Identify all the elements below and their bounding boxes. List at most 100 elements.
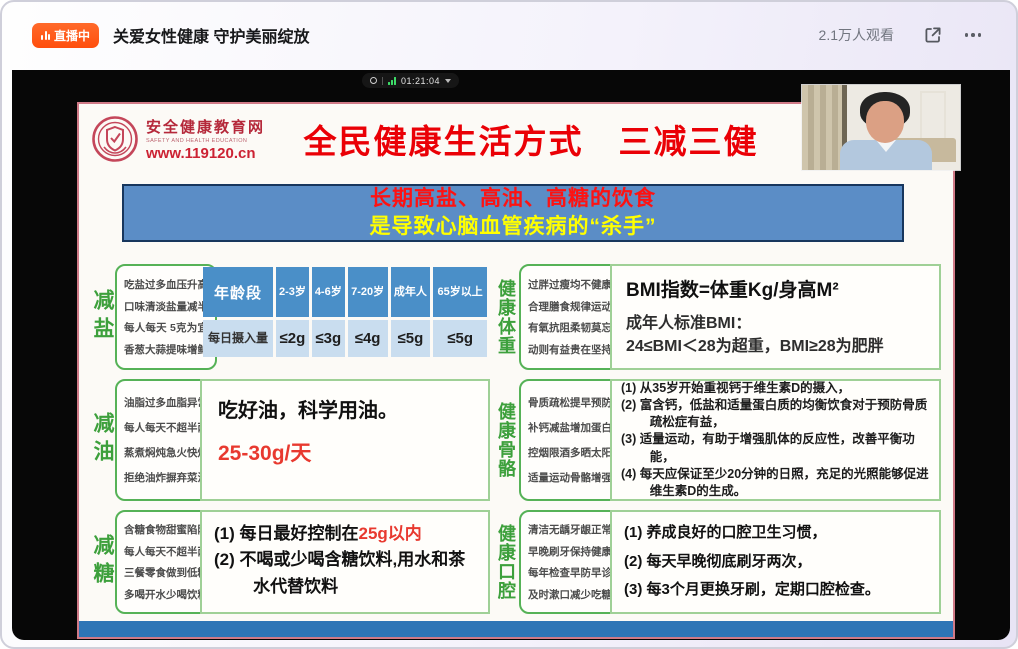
table-row-label: 每日摄入量 bbox=[203, 320, 273, 357]
bone-tip: (1) 从35岁开始重视钙于维生素D的摄入， bbox=[621, 380, 930, 397]
section-reduce-oil: 减油 油脂过多血脂异常 每人每天不超半两 蒸煮焖炖急火快炒 拒绝油炸摒弃菜汤 bbox=[91, 379, 195, 501]
healthy-weight-label: 健康体重 bbox=[495, 264, 517, 370]
org-logo-icon bbox=[91, 115, 139, 163]
oral-tips-panel: (1) 养成良好的口腔卫生习惯， (2) 每天早晚彻底刷牙两次， (3) 每3个… bbox=[610, 510, 941, 614]
sugar-tip-panel: (1) 每日最好控制在25g以内 (2) 不喝或少喝含糖饮料,用水和茶水代替饮料 bbox=[200, 510, 490, 614]
oral-tip: (3) 每3个月更换牙刷，定期口腔检查。 bbox=[624, 576, 927, 605]
section-healthy-weight: 健康体重 过胖过瘦均不健康 合理膳食规律运动 有氧抗阻柔韧莫忘 动则有益贵在坚持 bbox=[495, 264, 605, 370]
bmi-formula: BMI指数=体重Kg/身高M² bbox=[626, 275, 925, 302]
table-header-cell: 成年人 bbox=[391, 267, 431, 317]
live-status-label: 直播中 bbox=[54, 27, 90, 44]
table-header-cell: 年龄段 bbox=[203, 267, 273, 317]
salt-intake-table-wrap: 年龄段 2-3岁 4-6岁 7-20岁 成年人 65岁以上 每日摄入量 ≤2g … bbox=[200, 264, 490, 370]
section-reduce-salt: 减盐 吃盐过多血压升高 口味清淡盐量减半 每人每天 5克为宜 香葱大蒜提味增鲜 bbox=[91, 264, 195, 370]
weight-line: 动则有益贵在坚持 bbox=[528, 342, 612, 357]
stream-duration: 01:21:04 bbox=[401, 76, 440, 86]
salt-line: 香葱大蒜提味增鲜 bbox=[124, 342, 208, 357]
video-player[interactable]: 01:21:04 安全健康教育网 SAFETY AND HEALTH EDU bbox=[12, 70, 1010, 640]
oil-line: 蒸煮焖炖急火快炒 bbox=[124, 445, 208, 460]
bone-line: 适量运动骨骼增强 bbox=[528, 470, 612, 485]
oil-line: 每人每天不超半两 bbox=[124, 420, 208, 435]
table-header-cell: 7-20岁 bbox=[348, 267, 388, 317]
sugar-line: 含糖食物甜蜜陷阱 bbox=[124, 522, 208, 537]
table-cell: ≤3g bbox=[312, 320, 345, 357]
bmi-standard: 成年人标准BMI： bbox=[626, 312, 925, 335]
bone-line: 控烟限酒多晒太阳 bbox=[528, 445, 612, 460]
presenter-face bbox=[866, 101, 904, 143]
healthy-mouth-box: 清洁无龋牙龈正常 早晚刷牙保持健康 每年检查早防早诊 及时漱口减少吃糖 bbox=[519, 510, 621, 614]
oil-tip-panel: 吃好油，科学用油。 25-30g/天 bbox=[200, 379, 490, 501]
oil-line: 油脂过多血脂异常 bbox=[124, 395, 208, 410]
network-signal-icon bbox=[388, 77, 396, 85]
presentation-slide: 安全健康教育网 SAFETY AND HEALTH EDUCATION www.… bbox=[77, 102, 955, 639]
oil-tip-text: 吃好油，科学用油。 bbox=[218, 394, 472, 423]
oral-tip: (1) 养成良好的口腔卫生习惯， bbox=[624, 519, 927, 548]
reduce-salt-label: 减盐 bbox=[91, 264, 113, 370]
mouth-line: 清洁无龋牙龈正常 bbox=[528, 522, 612, 537]
org-logo-block: 安全健康教育网 SAFETY AND HEALTH EDUCATION www.… bbox=[91, 115, 281, 163]
weight-line: 过胖过瘦均不健康 bbox=[528, 277, 612, 292]
table-header-cell: 4-6岁 bbox=[312, 267, 345, 317]
org-tagline: SAFETY AND HEALTH EDUCATION bbox=[146, 138, 265, 144]
warning-banner: 长期高盐、高油、高糖的饮食 是导致心脑血管疾病的“杀手” bbox=[122, 184, 904, 242]
table-cell: ≤2g bbox=[276, 320, 309, 357]
sugar-tip-1-text: (1) 每日最好控制在 bbox=[214, 524, 359, 543]
table-header-cell: 65岁以上 bbox=[433, 267, 487, 317]
salt-line: 口味清淡盐量减半 bbox=[124, 299, 208, 314]
quality-icon bbox=[370, 77, 377, 84]
org-url: www.119120.cn bbox=[146, 145, 265, 162]
sugar-line: 三餐零食做到低糖 bbox=[124, 565, 208, 580]
weight-line: 合理膳食规律运动 bbox=[528, 299, 612, 314]
section-healthy-bone: 健康骨骼 骨质疏松提早预防 补钙减盐增加蛋白 控烟限酒多晒太阳 适量运动骨骼增强 bbox=[495, 379, 605, 501]
healthy-mouth-label: 健康口腔 bbox=[495, 510, 517, 614]
live-equalizer-icon bbox=[41, 30, 50, 40]
slide-footer-bar bbox=[79, 621, 953, 637]
sugar-tip-2: (2) 不喝或少喝含糖饮料,用水和茶水代替饮料 bbox=[214, 547, 476, 600]
webcam-curtain bbox=[802, 85, 842, 170]
table-cell: ≤5g bbox=[433, 320, 487, 357]
salt-line: 每人每天 5克为宜 bbox=[124, 320, 208, 335]
mouth-line: 早晚刷牙保持健康 bbox=[528, 544, 612, 559]
healthy-bone-box: 骨质疏松提早预防 补钙减盐增加蛋白 控烟限酒多晒太阳 适量运动骨骼增强 bbox=[519, 379, 621, 501]
sugar-tip-1-highlight: 25g以内 bbox=[359, 524, 422, 543]
caret-down-icon bbox=[445, 79, 451, 83]
slide-content-grid: 减盐 吃盐过多血压升高 口味清淡盐量减半 每人每天 5克为宜 香葱大蒜提味增鲜 … bbox=[91, 264, 941, 614]
bmi-range: 24≤BMI＜28为超重，BMI≥28为肥胖 bbox=[626, 335, 925, 358]
oral-tip: (2) 每天早晚彻底刷牙两次， bbox=[624, 548, 927, 577]
stream-title: 关爱女性健康 守护美丽绽放 bbox=[113, 23, 309, 47]
share-icon bbox=[923, 25, 943, 45]
banner-line1: 长期高盐、高油、高糖的饮食 bbox=[370, 185, 656, 213]
salt-line: 吃盐过多血压升高 bbox=[124, 277, 208, 292]
share-button[interactable] bbox=[920, 22, 946, 48]
healthy-weight-box: 过胖过瘦均不健康 合理膳食规律运动 有氧抗阻柔韧莫忘 动则有益贵在坚持 bbox=[519, 264, 621, 370]
sugar-tip-1: (1) 每日最好控制在25g以内 bbox=[214, 521, 476, 547]
live-stream-window: 直播中 关爱女性健康 守护美丽绽放 2.1万人观看 01:21:04 bbox=[0, 0, 1018, 649]
section-reduce-sugar: 减糖 含糖食物甜蜜陷阱 每人每天不超半两 三餐零食做到低糖 多喝开水少喝饮料 bbox=[91, 510, 195, 614]
oil-tip-amount: 25-30g/天 bbox=[218, 437, 472, 467]
banner-line2: 是导致心脑血管疾病的“杀手” bbox=[370, 213, 657, 241]
bone-tip: (3) 适量运动，有助于增强肌体的反应性，改善平衡功能， bbox=[621, 431, 930, 466]
mouth-line: 每年检查早防早诊 bbox=[528, 565, 612, 580]
viewer-count: 2.1万人观看 bbox=[819, 25, 894, 45]
presenter-webcam bbox=[802, 85, 960, 170]
section-healthy-mouth: 健康口腔 清洁无龋牙龈正常 早晚刷牙保持健康 每年检查早防早诊 及时漱口减少吃糖 bbox=[495, 510, 605, 614]
weight-line: 有氧抗阻柔韧莫忘 bbox=[528, 320, 612, 335]
org-name: 安全健康教育网 bbox=[146, 116, 265, 137]
bone-tips-panel: (1) 从35岁开始重视钙于维生素D的摄入， (2) 富含钙，低盐和适量蛋白质的… bbox=[610, 379, 941, 501]
live-status-badge: 直播中 bbox=[32, 23, 99, 48]
salt-intake-table: 年龄段 2-3岁 4-6岁 7-20岁 成年人 65岁以上 每日摄入量 ≤2g … bbox=[200, 264, 490, 360]
reduce-sugar-label: 减糖 bbox=[91, 510, 113, 614]
more-options-button[interactable] bbox=[960, 22, 986, 48]
oil-line: 拒绝油炸摒弃菜汤 bbox=[124, 470, 208, 485]
sugar-line: 多喝开水少喝饮料 bbox=[124, 587, 208, 602]
healthy-bone-label: 健康骨骼 bbox=[495, 379, 517, 501]
webcam-door-frame bbox=[920, 91, 946, 143]
table-header-cell: 2-3岁 bbox=[276, 267, 309, 317]
stream-header: 直播中 关爱女性健康 守护美丽绽放 2.1万人观看 bbox=[2, 2, 1016, 68]
bone-line: 骨质疏松提早预防 bbox=[528, 395, 612, 410]
bone-tip: (2) 富含钙，低盐和适量蛋白质的均衡饮食对于预防骨质疏松症有益， bbox=[621, 397, 930, 432]
mouth-line: 及时漱口减少吃糖 bbox=[528, 587, 612, 602]
stream-status-pill[interactable]: 01:21:04 bbox=[362, 73, 459, 88]
table-cell: ≤4g bbox=[348, 320, 388, 357]
bone-tip: (4) 每天应保证至少20分钟的日照，充足的光照能够促进维生素D的生成。 bbox=[621, 466, 930, 501]
